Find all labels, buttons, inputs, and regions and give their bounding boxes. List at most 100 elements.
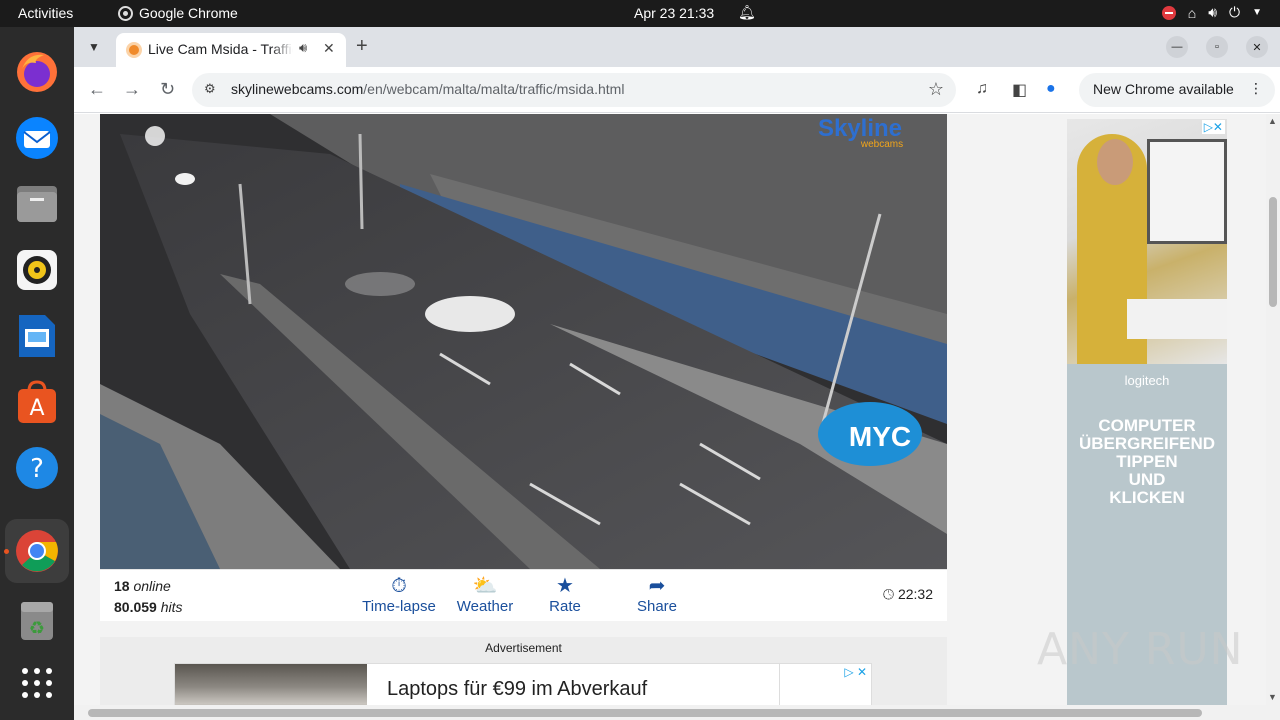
ad-brand: logitech: [1124, 373, 1170, 388]
svg-text:A: A: [29, 396, 44, 421]
horizontal-scrollbar[interactable]: [74, 705, 1266, 720]
ad-desk: [1127, 299, 1227, 339]
chevron-down-icon: ▼: [1252, 7, 1262, 18]
ad-photo: [1067, 119, 1227, 364]
reload-button[interactable]: ↻: [160, 79, 175, 100]
cam-info-bar: 18 online 80.059 hits ⏱ Time-lapse ⛅ Wea…: [100, 569, 947, 621]
firefox-icon[interactable]: [13, 48, 61, 96]
apps-grid-icon[interactable]: [13, 659, 61, 707]
timelapse-label: Time-lapse: [362, 598, 436, 615]
url-path: /en/webcam/malta/malta/traffic/msida.htm…: [363, 81, 625, 97]
cam-time-text: 22:32: [897, 586, 933, 602]
ad-banner-text: Laptops für €99 im Abverkauf: [387, 678, 648, 700]
chrome-window: ▼ Live Cam Msida - Traffic 🔊︎ ✕ + — ▫ ✕ …: [74, 27, 1280, 720]
site-info-icon[interactable]: ⚙: [204, 81, 216, 97]
online-count: 18: [114, 578, 130, 594]
weather-icon: ⛅: [472, 575, 498, 597]
more-menu-icon[interactable]: ⋮: [1249, 80, 1263, 97]
bookmark-star-icon[interactable]: ☆: [928, 79, 944, 100]
browser-toolbar: ← → ↻ ⚙ skylinewebcams.com/en/webcam/mal…: [74, 67, 1280, 113]
back-button[interactable]: ←: [88, 79, 106, 100]
online-label: online: [133, 578, 171, 594]
speaker-icon[interactable]: 🔊︎: [299, 40, 307, 56]
rate-button[interactable]: ★ Rate: [544, 574, 586, 615]
cam-stats: 18 online 80.059 hits: [114, 576, 183, 618]
stop-recording-icon[interactable]: [1161, 5, 1176, 20]
adchoices-icon[interactable]: ▷✕: [1201, 120, 1225, 134]
new-chrome-available-button[interactable]: New Chrome available ⋮: [1079, 73, 1275, 107]
ad-copy-line: TIPPEN: [1116, 452, 1178, 471]
weather-button[interactable]: ⛅ Weather: [453, 574, 517, 615]
skyline-logo: Skyline: [818, 115, 902, 142]
vertical-scrollbar[interactable]: ▲ ▼: [1266, 114, 1280, 720]
close-icon[interactable]: ✕: [323, 40, 335, 57]
url-text: skylinewebcams.com/en/webcam/malta/malta…: [231, 81, 624, 97]
star-icon: ★: [556, 575, 574, 597]
files-icon[interactable]: [13, 180, 61, 228]
ad-label: Advertisement: [485, 641, 562, 655]
app-menu[interactable]: Google Chrome: [118, 5, 238, 21]
hits-label: hits: [160, 599, 183, 615]
chrome-icon[interactable]: [13, 527, 61, 575]
horizontal-scroll-thumb[interactable]: [88, 709, 1202, 717]
webcam-view[interactable]: MYC Skyline webcams: [100, 114, 947, 569]
tab-search-button[interactable]: ▼: [82, 35, 106, 59]
address-bar[interactable]: ⚙ skylinewebcams.com/en/webcam/malta/mal…: [192, 73, 956, 107]
ad-copy: COMPUTER ÜBERGREIFEND TIPPEN UND KLICKEN: [1067, 417, 1227, 507]
software-icon[interactable]: A: [13, 378, 61, 426]
vertical-scroll-thumb[interactable]: [1269, 197, 1277, 307]
favicon-icon: [126, 42, 142, 58]
clock[interactable]: Apr 23 21:33: [634, 5, 714, 21]
scroll-up-icon[interactable]: ▲: [1268, 116, 1277, 126]
maximize-button[interactable]: ▫: [1206, 36, 1228, 58]
tab-strip: ▼ Live Cam Msida - Traffic 🔊︎ ✕ + — ▫ ✕: [74, 27, 1280, 67]
rate-label: Rate: [549, 598, 581, 615]
minimize-button[interactable]: —: [1166, 36, 1188, 58]
scroll-down-icon[interactable]: ▼: [1268, 692, 1277, 702]
share-button[interactable]: ➦ Share: [632, 574, 682, 615]
forward-button[interactable]: →: [123, 79, 141, 100]
clock-icon: 🕓︎: [882, 586, 895, 602]
side-panel-icon[interactable]: ◧: [1012, 80, 1027, 100]
ad-copy-line: COMPUTER: [1098, 416, 1196, 435]
adchoices-icon[interactable]: ▷ ✕: [844, 665, 867, 679]
activities-button[interactable]: Activities: [18, 5, 73, 21]
skyline-logo-sub: webcams: [860, 139, 903, 150]
app-name: Google Chrome: [139, 5, 238, 21]
timelapse-button[interactable]: ⏱ Time-lapse: [361, 574, 437, 615]
ad-monitor: [1147, 139, 1227, 244]
ad-copy-line: KLICKEN: [1109, 488, 1185, 507]
tab-title: Live Cam Msida - Traffic: [148, 41, 293, 57]
help-icon[interactable]: ?: [13, 444, 61, 492]
sponsor-logo: MYC: [849, 421, 911, 452]
bell-icon[interactable]: 🔔︎: [738, 4, 756, 21]
thunderbird-icon[interactable]: [13, 114, 61, 162]
new-tab-button[interactable]: +: [356, 35, 368, 58]
system-tray[interactable]: ⌂ 🔊︎ ⏻ ▼: [1161, 4, 1262, 21]
network-icon: ⌂: [1187, 4, 1197, 21]
ad-copy-line: ÜBERGREIFEND: [1078, 434, 1215, 453]
rhythmbox-icon[interactable]: [13, 246, 61, 294]
volume-icon: 🔊︎: [1208, 4, 1218, 20]
ad-person-head: [1097, 139, 1133, 185]
chrome-app-icon: [118, 5, 133, 21]
share-arrow-icon: ➦: [648, 575, 666, 597]
svg-text:?: ?: [30, 454, 44, 484]
ad-copy-line: UND: [1128, 470, 1166, 489]
chevron-down-icon: ▼: [88, 40, 100, 54]
trash-icon[interactable]: ♻: [13, 596, 61, 644]
running-indicator: [4, 549, 9, 554]
cam-clock: 🕓︎ 22:32: [883, 586, 933, 603]
stopwatch-icon: ⏱: [391, 575, 407, 597]
close-window-button[interactable]: ✕: [1246, 36, 1268, 58]
svg-text:♻: ♻: [29, 618, 45, 639]
system-top-bar: Activities Google Chrome Apr 23 21:33 🔔︎…: [0, 0, 1280, 27]
share-label: Share: [636, 598, 678, 615]
writer-icon[interactable]: [13, 312, 61, 360]
page-content: MYC Skyline webcams 18 online 80.059 hit…: [74, 114, 1280, 720]
tab-active[interactable]: Live Cam Msida - Traffic 🔊︎ ✕: [116, 33, 346, 67]
anyrun-watermark: ANY RUN: [1037, 624, 1244, 675]
weather-label: Weather: [456, 598, 514, 615]
media-control-icon[interactable]: ♫: [976, 80, 988, 98]
profile-avatar-icon[interactable]: ●: [1046, 80, 1056, 98]
